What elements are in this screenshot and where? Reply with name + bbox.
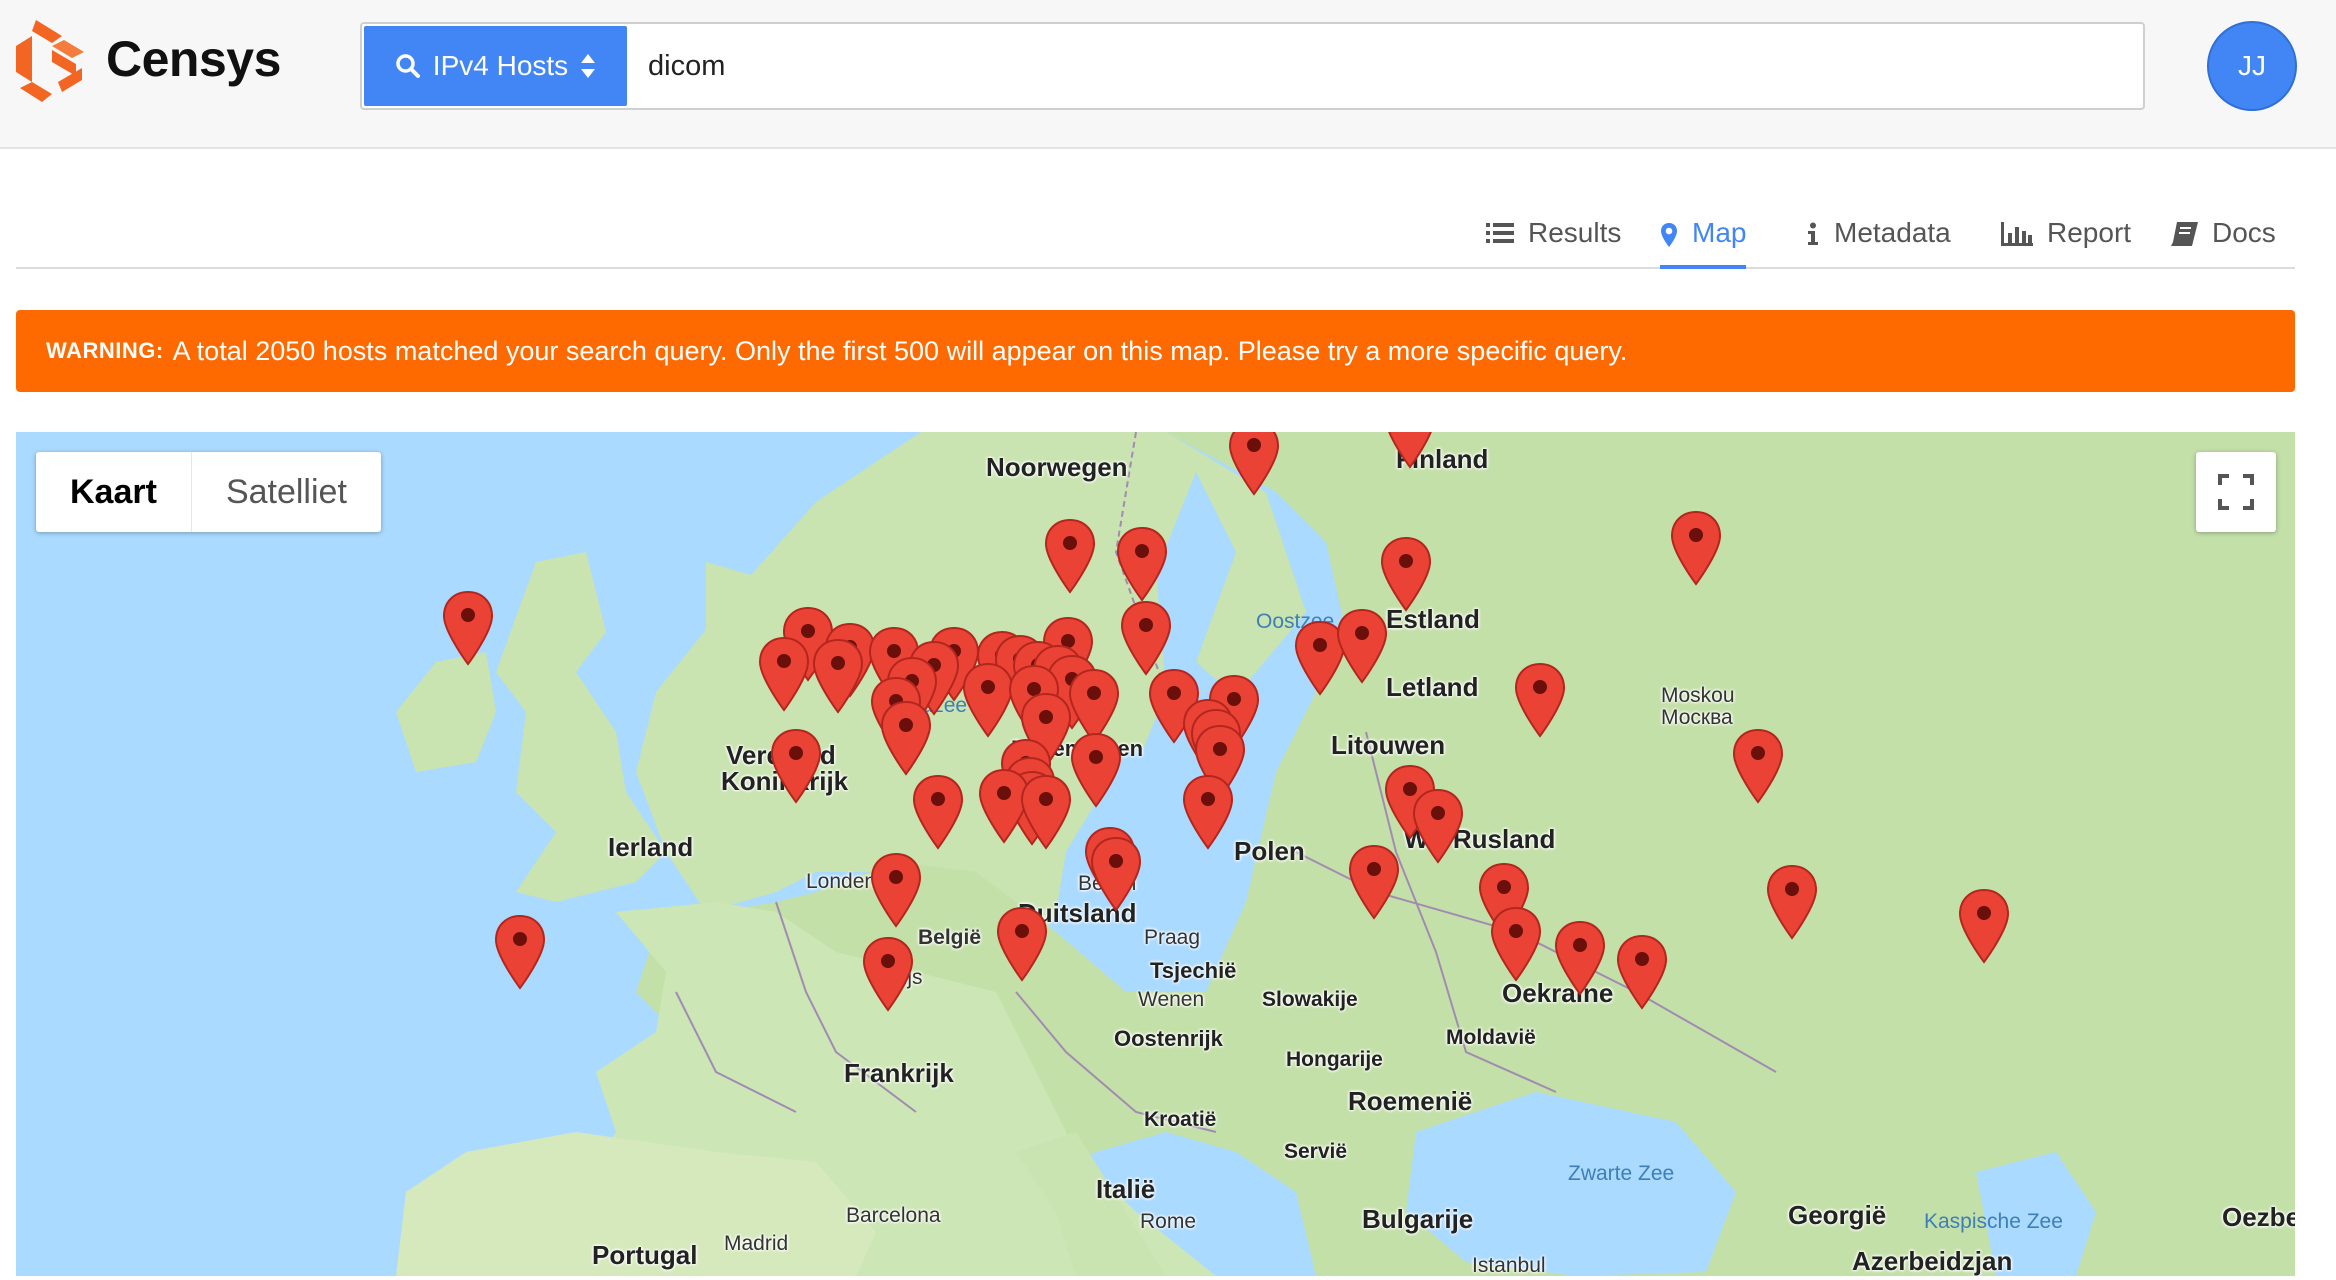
tab-metadata[interactable]: Metadata (1806, 217, 1951, 269)
map-marker-icon[interactable] (1348, 844, 1400, 920)
search-type-label: IPv4 Hosts (432, 50, 569, 81)
map-marker-icon[interactable] (1044, 518, 1096, 594)
map-marker-icon[interactable] (1120, 600, 1172, 676)
map-marker-icon[interactable] (812, 638, 864, 714)
label-azerbeidzjan: Azerbeidzjan (1852, 1246, 2013, 1276)
tab-report[interactable]: Report (2001, 217, 2131, 269)
label-slowakije: Slowakije (1262, 988, 1358, 1011)
label-italie: Italië (1096, 1174, 1156, 1204)
label-noorwegen: Noorwegen (986, 452, 1128, 482)
map-marker-icon[interactable] (1336, 608, 1388, 684)
map-marker-icon[interactable] (1490, 906, 1542, 982)
map-view[interactable]: Noorwegen Finland Oostzee Estland Noordz… (16, 432, 2295, 1276)
search-icon (396, 54, 420, 78)
map-marker-icon (1661, 223, 1677, 247)
label-londen: Londen (806, 870, 877, 893)
search-input[interactable] (648, 26, 2128, 106)
map-marker-icon[interactable] (442, 590, 494, 666)
fullscreen-icon (2218, 474, 2254, 510)
tab-results[interactable]: Results (1486, 217, 1621, 269)
map-marker-icon[interactable] (1554, 920, 1606, 996)
map-marker-icon[interactable] (1958, 888, 2010, 964)
label-oostenrijk: Oostenrijk (1114, 1026, 1223, 1051)
label-ierland: Ierland (608, 832, 694, 862)
map-marker-icon[interactable] (1090, 836, 1142, 912)
label-praag: Praag (1144, 926, 1201, 949)
sort-arrows-icon (581, 54, 596, 78)
map-marker-icon[interactable] (1732, 728, 1784, 804)
map-marker-icon[interactable] (1380, 536, 1432, 612)
label-servie: Servië (1284, 1140, 1348, 1163)
label-wenen: Wenen (1138, 988, 1205, 1011)
label-tsjechie: Tsjechië (1150, 958, 1237, 983)
tab-docs-label: Docs (2212, 217, 2276, 248)
tab-docs[interactable]: Docs (2170, 217, 2276, 269)
map-marker-icon[interactable] (770, 728, 822, 804)
map-marker-icon[interactable] (1228, 432, 1280, 496)
search-bar: IPv4 Hosts (360, 22, 2145, 110)
top-bar: Censys IPv4 Hosts JJ (0, 0, 2336, 149)
map-marker-icon[interactable] (494, 914, 546, 990)
label-oezbe: Oezbe (2222, 1202, 2295, 1232)
label-barcelona: Barcelona (846, 1204, 941, 1227)
tab-report-label: Report (2047, 217, 2132, 248)
label-bulgarije: Bulgarije (1362, 1204, 1474, 1234)
map-type-control: Kaart Satelliet (36, 452, 381, 532)
bar-chart-icon (2001, 222, 2033, 246)
label-zwarte-zee: Zwarte Zee (1568, 1162, 1675, 1185)
map-type-map-button[interactable]: Kaart (36, 452, 192, 532)
map-marker-icon[interactable] (1182, 774, 1234, 850)
label-georgie: Georgië (1788, 1200, 1887, 1230)
map-marker-icon[interactable] (1020, 774, 1072, 850)
label-belgie: België (918, 926, 982, 949)
censys-logo-icon[interactable] (16, 20, 88, 106)
tab-metadata-label: Metadata (1834, 217, 1951, 248)
label-kaspische-zee: Kaspische Zee (1924, 1210, 2063, 1233)
label-kroatie: Kroatië (1144, 1108, 1217, 1131)
map-marker-icon[interactable] (912, 774, 964, 850)
map-marker-icon[interactable] (1616, 934, 1668, 1010)
warning-banner: WARNING: A total 2050 hosts matched your… (16, 310, 2295, 392)
search-type-select[interactable]: IPv4 Hosts (364, 26, 627, 106)
map-marker-icon[interactable] (1070, 732, 1122, 808)
list-icon (1486, 223, 1514, 243)
map-marker-icon[interactable] (880, 700, 932, 776)
user-avatar[interactable]: JJ (2207, 21, 2297, 111)
label-rome: Rome (1140, 1210, 1197, 1233)
tab-map[interactable]: Map (1660, 217, 1747, 269)
label-frankrijk: Frankrijk (844, 1058, 954, 1088)
map-marker-icon[interactable] (1766, 864, 1818, 940)
label-moskou: Moskou (1661, 684, 1735, 707)
tab-results-label: Results (1528, 217, 1622, 248)
tab-map-label: Map (1692, 217, 1747, 248)
map-marker-icon[interactable] (1116, 526, 1168, 602)
label-madrid: Madrid (724, 1232, 789, 1255)
label-istanbul: Istanbul (1472, 1254, 1546, 1276)
map-marker-icon[interactable] (1384, 432, 1436, 469)
map-marker-icon[interactable] (1670, 510, 1722, 586)
map-marker-icon[interactable] (1412, 788, 1464, 864)
brand-name[interactable]: Censys (106, 30, 281, 88)
label-hongarije: Hongarije (1286, 1048, 1383, 1071)
label-portugal: Portugal (592, 1240, 698, 1270)
label-polen: Polen (1234, 836, 1305, 866)
label-moskva: Москва (1661, 706, 1733, 729)
map-marker-icon[interactable] (862, 936, 914, 1012)
book-icon (2171, 222, 2198, 246)
label-litouwen: Litouwen (1331, 730, 1446, 760)
map-marker-icon[interactable] (870, 852, 922, 928)
map-marker-icon[interactable] (1514, 662, 1566, 738)
map-marker-icon[interactable] (996, 906, 1048, 982)
label-moldavie: Moldavië (1446, 1026, 1536, 1049)
map-type-satellite-button[interactable]: Satelliet (192, 452, 381, 532)
map-marker-icon[interactable] (758, 636, 810, 712)
warning-prefix: WARNING: (46, 338, 164, 363)
fullscreen-button[interactable] (2196, 452, 2276, 532)
label-letland: Letland (1386, 672, 1479, 702)
info-icon (1808, 222, 1818, 245)
label-roemenie: Roemenië (1348, 1086, 1473, 1116)
view-tabs: Results Map Metadata Report Docs (16, 205, 2295, 269)
map-marker-icon[interactable] (962, 662, 1014, 738)
warning-text: A total 2050 hosts matched your search q… (172, 335, 1628, 366)
